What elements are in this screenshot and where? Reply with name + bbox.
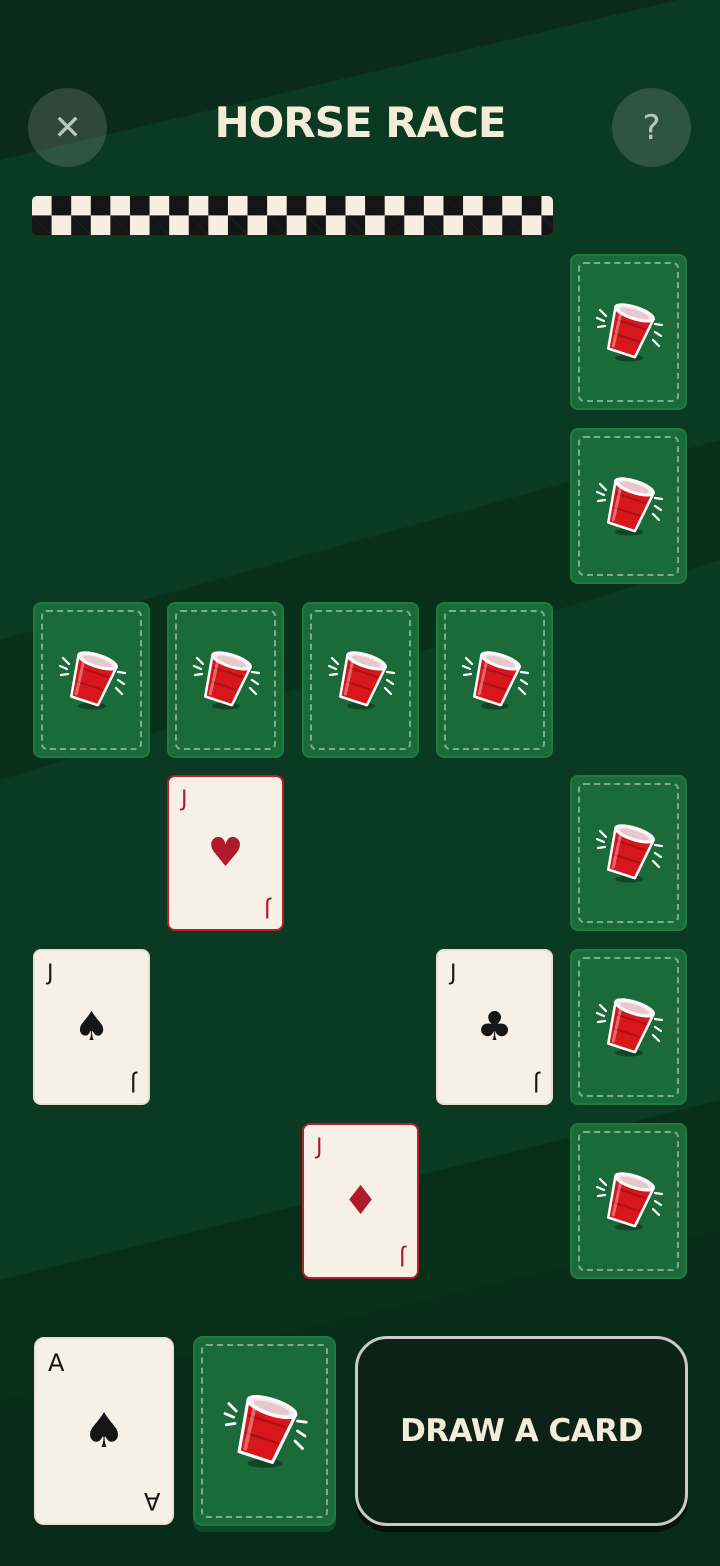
help-button[interactable]: ? [612, 88, 691, 167]
help-icon: ? [642, 107, 661, 148]
draw-deck[interactable] [193, 1336, 336, 1526]
card-rank: J [450, 961, 457, 986]
red-cup-icon [595, 303, 663, 362]
red-cup-icon [595, 824, 663, 883]
red-cup-icon [223, 1395, 308, 1468]
draw-card-button[interactable]: DRAW A CARD [355, 1336, 688, 1526]
side-card-1 [570, 254, 687, 410]
side-card-2 [570, 428, 687, 584]
horse-card-hearts: J ♥ J [167, 775, 284, 931]
start-card-4 [436, 602, 553, 758]
card-rank: J [181, 787, 188, 812]
side-card-5 [570, 1123, 687, 1279]
drawn-card: A ♠ A [34, 1337, 174, 1525]
card-rank: J [47, 961, 54, 986]
card-rank-inverted: J [129, 1070, 137, 1095]
start-card-3 [302, 602, 419, 758]
red-cup-icon [595, 1172, 663, 1231]
horse-card-clubs: J ♣ J [436, 949, 553, 1105]
card-rank-inverted: J [398, 1244, 406, 1269]
start-card-1 [33, 602, 150, 758]
red-cup-icon [461, 651, 529, 710]
start-card-2 [167, 602, 284, 758]
horse-card-spades: J ♠ J [33, 949, 150, 1105]
spade-icon: ♠ [73, 1004, 110, 1050]
side-card-3 [570, 775, 687, 931]
card-rank-inverted: A [143, 1487, 160, 1515]
card-rank: J [316, 1135, 323, 1160]
red-cup-icon [327, 651, 395, 710]
red-cup-icon [595, 998, 663, 1057]
red-cup-icon [595, 477, 663, 536]
horse-card-diamonds: J ♦ J [302, 1123, 419, 1279]
card-rank-inverted: J [263, 896, 271, 921]
diamond-icon: ♦ [342, 1178, 379, 1224]
heart-icon: ♥ [207, 830, 244, 876]
red-cup-icon [58, 651, 126, 710]
finish-line [32, 196, 553, 235]
red-cup-icon [192, 651, 260, 710]
card-rank: A [48, 1349, 65, 1377]
club-icon: ♣ [476, 1004, 513, 1050]
card-rank-inverted: J [532, 1070, 540, 1095]
side-card-4 [570, 949, 687, 1105]
spade-icon: ♠ [82, 1403, 126, 1459]
